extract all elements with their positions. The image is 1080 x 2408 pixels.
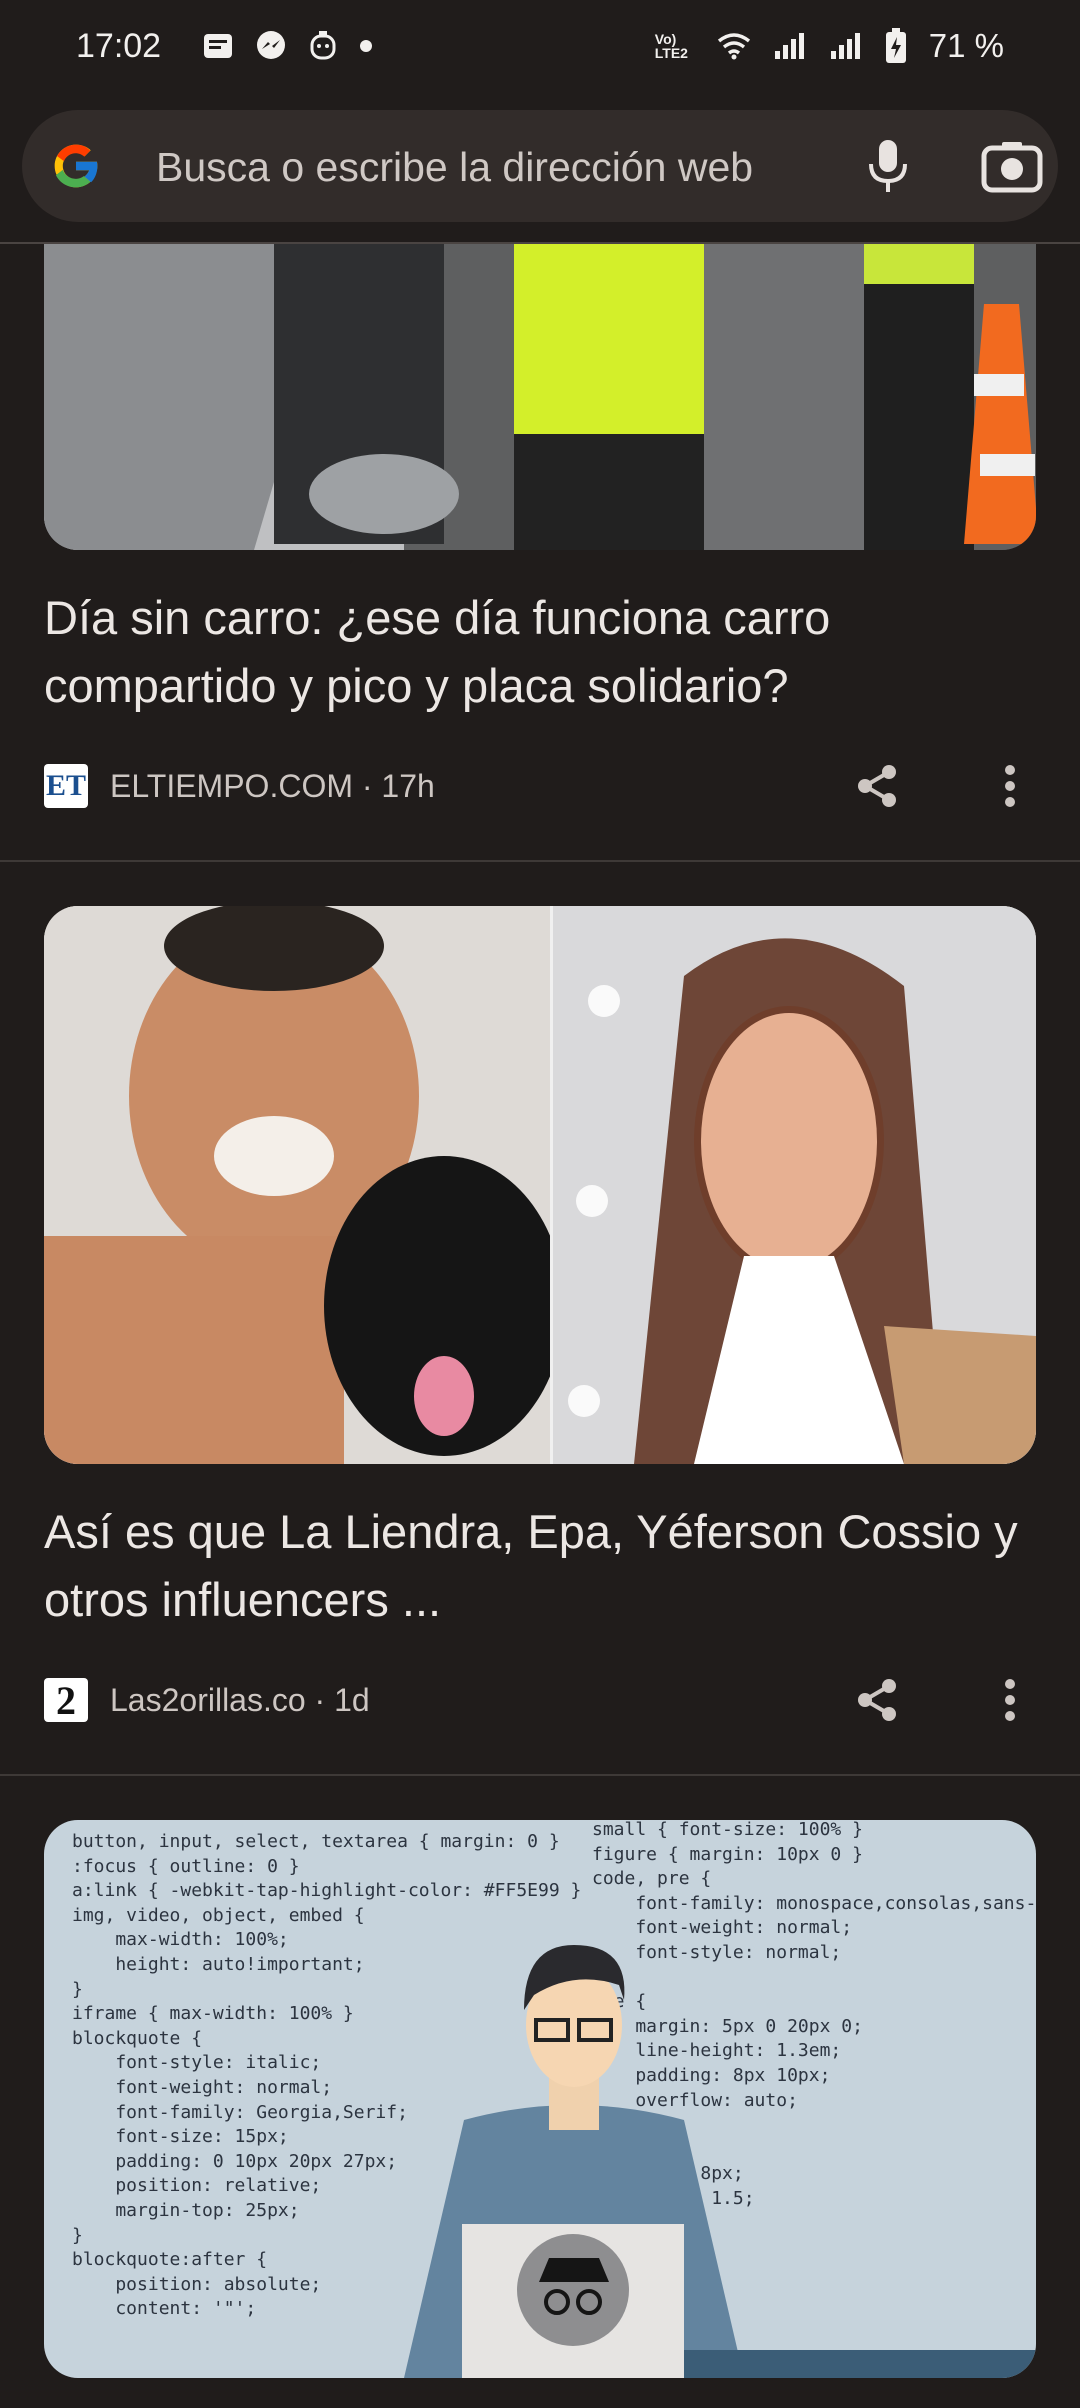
card-divider	[0, 1774, 1080, 1776]
article-image[interactable]: button, input, select, textarea { margin…	[44, 1820, 1036, 2378]
source-name-text: ELTIEMPO.COM	[110, 767, 353, 804]
source-logo: 2	[44, 1678, 88, 1723]
mic-icon[interactable]	[856, 134, 920, 198]
article-meta: ET ELTIEMPO.COM · 17h	[44, 760, 435, 812]
more-options-icon[interactable]	[980, 1670, 1040, 1730]
news-card[interactable]: button, input, select, textarea { margin…	[0, 1820, 1080, 2408]
lens-camera-icon[interactable]	[978, 134, 1046, 198]
google-g-icon	[48, 138, 104, 194]
source-name: ELTIEMPO.COM · 17h	[110, 767, 435, 804]
news-card[interactable]: Así es que La Liendra, Epa, Yéferson Cos…	[0, 906, 1080, 1774]
messenger-icon	[255, 30, 287, 62]
article-image[interactable]	[44, 244, 1036, 550]
status-bar: 17:02 Vo) LTE2 71 %	[0, 0, 1080, 92]
article-title[interactable]: Día sin carro: ¿ese día funciona carro c…	[44, 584, 1034, 720]
status-left: 17:02	[76, 27, 373, 66]
source-logo: ET	[44, 764, 88, 808]
source-name-text: Las2orillas.co	[110, 1681, 306, 1718]
card-divider	[0, 860, 1080, 862]
share-icon[interactable]	[847, 1670, 907, 1730]
wifi-icon	[717, 32, 751, 60]
publish-time: 1d	[334, 1681, 370, 1718]
more-options-icon[interactable]	[980, 756, 1040, 816]
signal-icon	[829, 31, 863, 61]
source-name: Las2orillas.co · 1d	[110, 1681, 370, 1718]
assistant-icon	[309, 30, 337, 62]
omnibox[interactable]	[22, 110, 1058, 222]
search-input[interactable]	[154, 130, 838, 204]
signal-icon	[773, 31, 807, 61]
browser-top-bar	[0, 92, 1080, 244]
news-card[interactable]: Día sin carro: ¿ese día funciona carro c…	[0, 244, 1080, 860]
battery-percent: 71 %	[928, 27, 1004, 64]
dot-icon	[359, 39, 373, 53]
status-right: Vo) LTE2 71 %	[655, 27, 1004, 65]
network-label: Vo) LTE2	[654, 31, 688, 61]
clock: 17:02	[76, 26, 162, 65]
share-icon[interactable]	[847, 756, 907, 816]
article-title[interactable]: Así es que La Liendra, Epa, Yéferson Cos…	[44, 1498, 1034, 1634]
notes-icon	[203, 33, 233, 59]
battery-icon	[885, 28, 907, 64]
article-meta: 2 Las2orillas.co · 1d	[44, 1674, 370, 1726]
publish-time: 17h	[381, 767, 435, 804]
article-image[interactable]	[44, 906, 1036, 1464]
